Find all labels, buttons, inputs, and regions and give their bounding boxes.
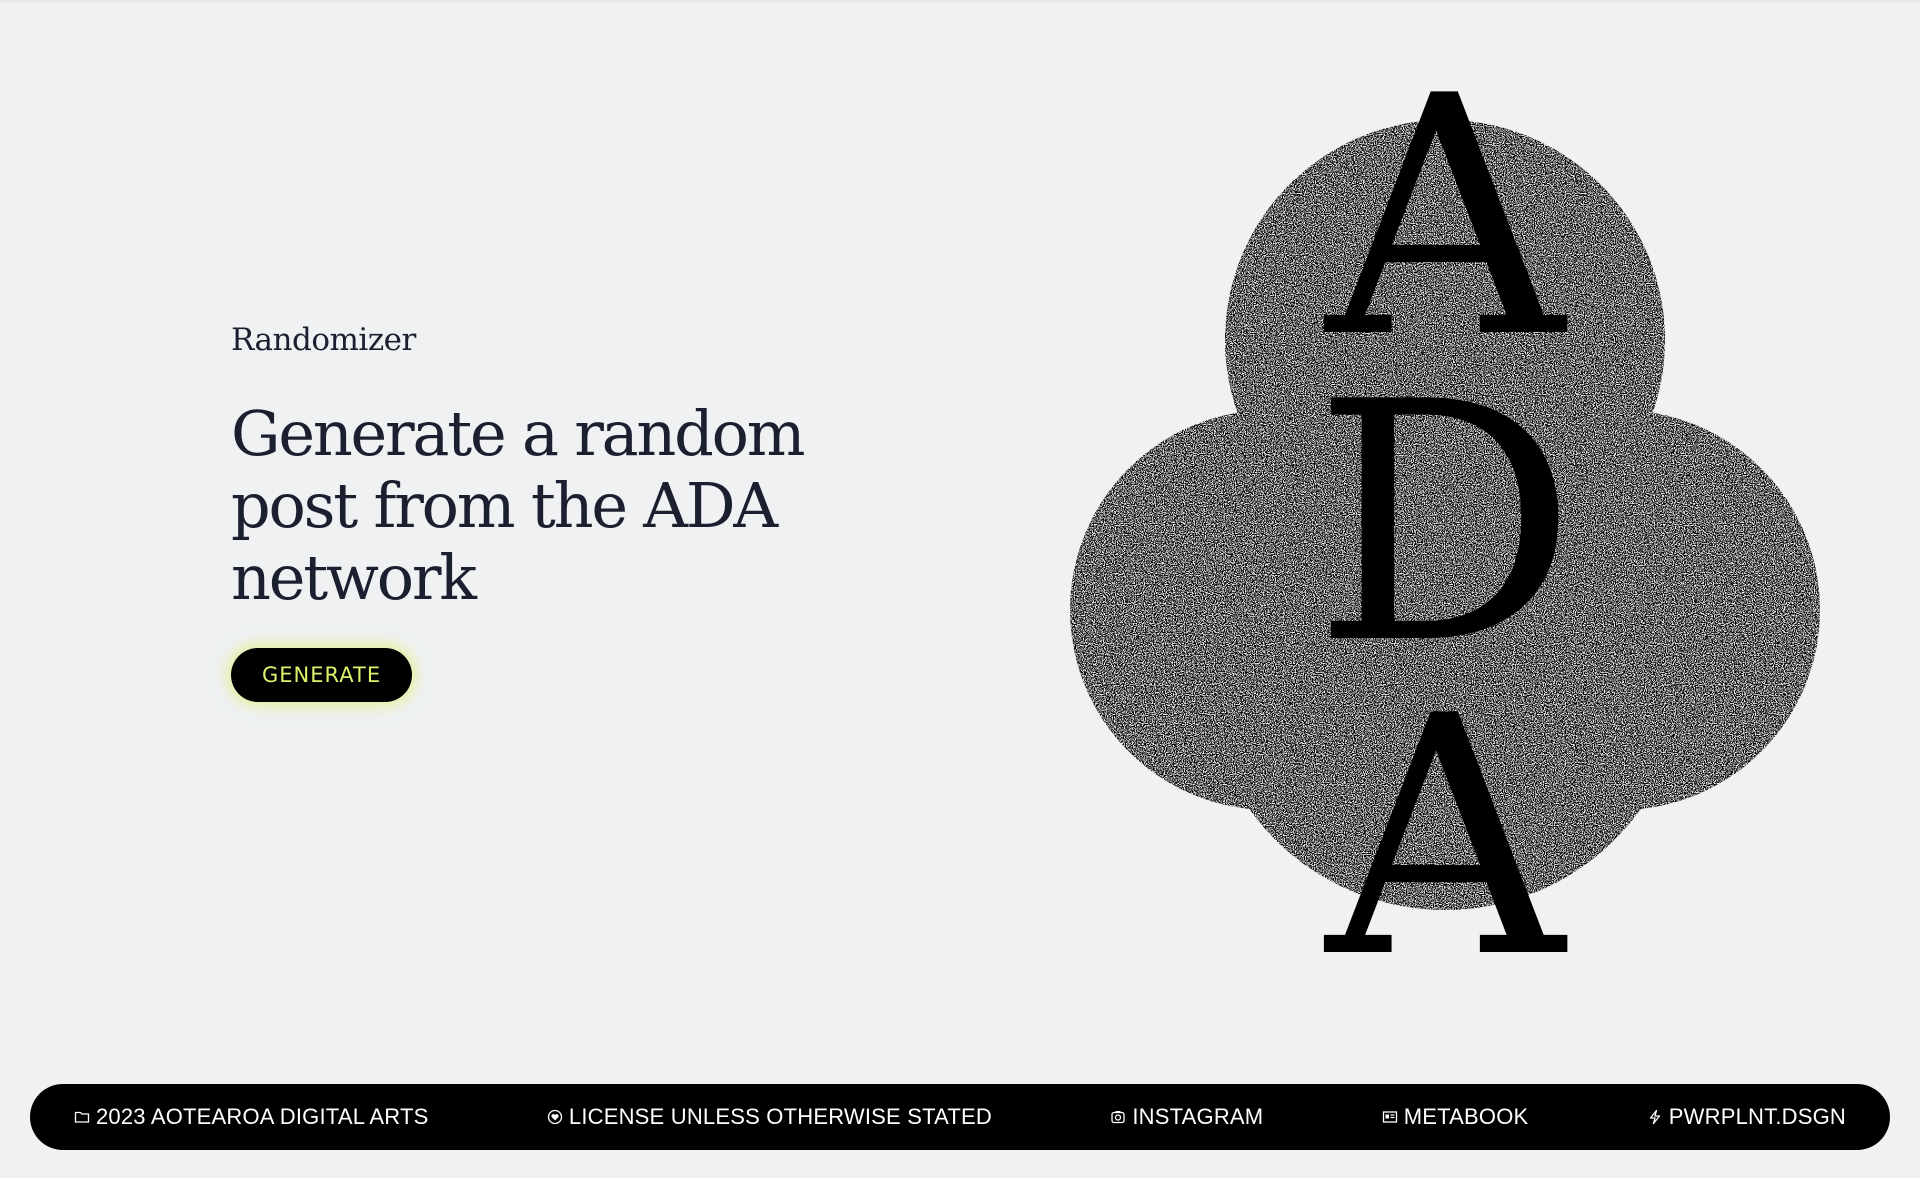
- footer-metabook-link[interactable]: METABOOK: [1382, 1104, 1529, 1130]
- folder-icon: [74, 1109, 90, 1125]
- footer-license-label: LICENSE UNLESS OTHERWISE STATED: [568, 1104, 992, 1129]
- generate-button[interactable]: GENERATE: [231, 648, 413, 702]
- headline-line-1: Generate a random: [231, 397, 806, 470]
- footer-instagram-link[interactable]: INSTAGRAM: [1110, 1104, 1263, 1130]
- camera-icon: [1110, 1109, 1126, 1125]
- top-rule: [0, 0, 1920, 3]
- site-footer: 2023 AOTEAROA DIGITAL ARTS LICENSE UNLES…: [30, 1084, 1890, 1150]
- logo-letter-a-bottom: A: [1321, 646, 1569, 960]
- ada-logo: A D A: [1070, 26, 1830, 1030]
- headline-line-3: network: [231, 541, 477, 614]
- bolt-icon: [1647, 1109, 1663, 1125]
- footer-metabook-label: METABOOK: [1403, 1104, 1529, 1129]
- footer-copyright-label: 2023 AOTEAROA DIGITAL ARTS: [96, 1104, 429, 1129]
- id-card-icon: [1382, 1109, 1398, 1125]
- footer-pwrplnt-link[interactable]: PWRPLNT.DSGN: [1647, 1104, 1846, 1130]
- footer-instagram-label: INSTAGRAM: [1132, 1104, 1264, 1129]
- heart-badge-icon: [547, 1109, 563, 1125]
- footer-license-link[interactable]: LICENSE UNLESS OTHERWISE STATED: [547, 1104, 992, 1130]
- footer-pwrplnt-label: PWRPLNT.DSGN: [1668, 1104, 1846, 1129]
- headline-line-2: post from the ADA: [231, 469, 778, 542]
- intro-section: Randomizer Generate a random post from t…: [231, 322, 871, 702]
- ada-letters: A D A: [1313, 26, 1578, 1030]
- footer-copyright: 2023 AOTEAROA DIGITAL ARTS: [74, 1104, 428, 1130]
- page-headline: Generate a random post from the ADA netw…: [231, 398, 871, 614]
- eyebrow-label: Randomizer: [231, 322, 416, 358]
